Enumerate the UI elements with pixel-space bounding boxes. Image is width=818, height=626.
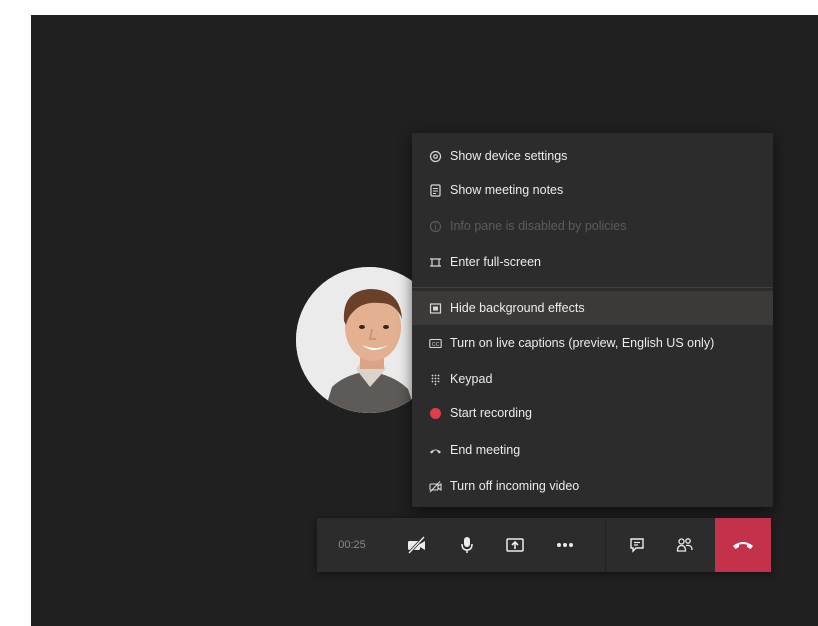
- menu-item-label: Hide background effects: [450, 301, 585, 315]
- participants-icon: [676, 538, 693, 552]
- menu-item-label: Start recording: [450, 406, 532, 420]
- menu-item-turn-off-incoming-video[interactable]: Turn off incoming video: [412, 469, 773, 503]
- hang-up-icon: [733, 542, 753, 549]
- menu-item-info-pane-disabled: Info pane is disabled by policies: [412, 209, 773, 243]
- menu-item-turn-on-live-captions[interactable]: CC Turn on live captions (preview, Engli…: [412, 326, 773, 360]
- gear-icon: [429, 150, 442, 163]
- video-off-icon: [429, 480, 442, 493]
- background-effects-icon: [429, 302, 442, 315]
- menu-item-label: Enter full-screen: [450, 255, 542, 269]
- participants-button[interactable]: [667, 518, 703, 572]
- menu-item-end-meeting[interactable]: End meeting: [412, 433, 773, 467]
- share-screen-button[interactable]: [497, 518, 533, 572]
- menu-item-label: Turn off incoming video: [450, 479, 580, 493]
- call-controls-bar: 00:25: [317, 518, 771, 572]
- record-icon: [429, 407, 442, 420]
- menu-item-label: End meeting: [450, 443, 521, 457]
- more-actions-button[interactable]: [547, 518, 583, 572]
- chat-icon: [630, 538, 644, 553]
- menu-item-enter-full-screen[interactable]: Enter full-screen: [412, 245, 773, 279]
- menu-item-hide-background-effects[interactable]: Hide background effects: [412, 291, 773, 325]
- svg-text:CC: CC: [432, 341, 440, 347]
- share-screen-icon: [506, 538, 524, 552]
- more-actions-menu: Show device settings Show meeting notes …: [412, 133, 773, 507]
- menu-item-label: Show device settings: [450, 149, 568, 163]
- menu-item-label: Info pane is disabled by policies: [450, 219, 627, 233]
- ellipsis-icon: [557, 543, 573, 547]
- chat-button[interactable]: [619, 518, 655, 572]
- microphone-icon: [461, 537, 473, 553]
- menu-item-keypad[interactable]: Keypad: [412, 362, 773, 396]
- info-icon: [429, 220, 442, 233]
- microphone-button[interactable]: [449, 518, 485, 572]
- camera-toggle-button[interactable]: [399, 518, 435, 572]
- notes-icon: [429, 183, 442, 197]
- menu-item-show-meeting-notes[interactable]: Show meeting notes: [412, 173, 773, 207]
- camera-off-icon: [407, 536, 426, 554]
- keypad-icon: [429, 373, 442, 386]
- menu-item-label: Show meeting notes: [450, 183, 564, 197]
- fullscreen-icon: [429, 256, 442, 269]
- call-timer: 00:25: [338, 539, 366, 551]
- captions-icon: CC: [429, 337, 442, 350]
- menu-item-start-recording[interactable]: Start recording: [412, 396, 773, 430]
- end-meeting-icon: [429, 444, 442, 457]
- menu-item-show-device-settings[interactable]: Show device settings: [412, 139, 773, 173]
- menu-divider: [412, 287, 773, 288]
- menu-item-label: Turn on live captions (preview, English …: [450, 336, 715, 350]
- meeting-stage: Show device settings Show meeting notes …: [31, 15, 818, 626]
- menu-item-label: Keypad: [450, 372, 493, 386]
- toolbar-separator: [605, 518, 606, 572]
- hang-up-button[interactable]: [715, 518, 771, 572]
